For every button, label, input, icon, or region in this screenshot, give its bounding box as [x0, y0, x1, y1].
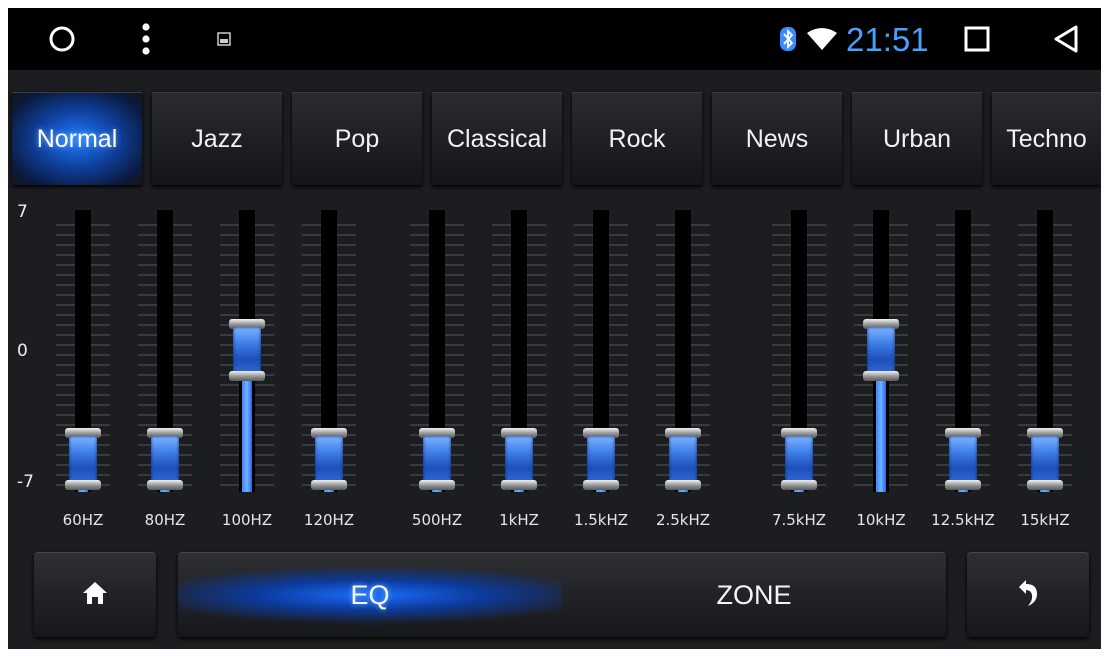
recents-square-icon[interactable] — [960, 8, 994, 70]
eq-band: 1kHZ — [474, 198, 564, 538]
preset-tabs: Normal Jazz Pop Classical Rock News Urba… — [8, 92, 1101, 188]
eq-band: 60HZ — [38, 198, 128, 538]
status-bar: 21:51 — [8, 8, 1101, 70]
slider-knob[interactable] — [147, 428, 183, 490]
bluetooth-icon — [778, 8, 798, 70]
eq-band: 100HZ — [202, 198, 292, 538]
slider-knob[interactable] — [419, 428, 455, 490]
undo-arrow-icon — [1017, 579, 1039, 612]
eq-band: 15kHZ — [1000, 198, 1090, 538]
circle-home-icon[interactable] — [44, 8, 80, 70]
eq-band: 1.5kHZ — [556, 198, 646, 538]
mode-switcher: EQ ZONE — [178, 552, 946, 637]
preset-news[interactable]: News — [712, 92, 842, 185]
slider-knob[interactable] — [229, 319, 265, 381]
eq-band: 500HZ — [392, 198, 482, 538]
back-button[interactable] — [967, 552, 1089, 637]
preset-pop[interactable]: Pop — [292, 92, 422, 185]
band-frequency-label: 15kHZ — [1020, 511, 1070, 529]
eq-band: 7.5kHZ — [754, 198, 844, 538]
home-icon — [82, 580, 108, 611]
slider-knob[interactable] — [583, 428, 619, 490]
slider-knob[interactable] — [65, 428, 101, 490]
scale-min-label: -7 — [17, 472, 34, 492]
slider-knob[interactable] — [1027, 428, 1063, 490]
clock: 21:51 — [846, 21, 929, 58]
home-button[interactable] — [34, 552, 156, 637]
slider-knob[interactable] — [501, 428, 537, 490]
scale-max-label: 7 — [17, 202, 28, 222]
more-vert-icon[interactable] — [136, 8, 156, 70]
mode-eq[interactable]: EQ — [178, 553, 562, 637]
preset-rock[interactable]: Rock — [572, 92, 702, 185]
slider-knob[interactable] — [311, 428, 347, 490]
wifi-icon — [806, 8, 838, 70]
preset-classical[interactable]: Classical — [432, 92, 562, 185]
preset-jazz[interactable]: Jazz — [152, 92, 282, 185]
image-icon — [216, 8, 232, 70]
slider-knob[interactable] — [945, 428, 981, 490]
eq-screen: 21:51 Normal Jazz Pop Classical Rock New… — [8, 8, 1101, 649]
band-frequency-label: 2.5kHZ — [655, 511, 711, 529]
slider-knob[interactable] — [781, 428, 817, 490]
slider-knob[interactable] — [863, 319, 899, 381]
eq-band: 10kHZ — [836, 198, 926, 538]
back-triangle-icon[interactable] — [1052, 8, 1080, 70]
eq-band: 2.5kHZ — [638, 198, 728, 538]
eq-band: 80HZ — [120, 198, 210, 538]
slider-knob[interactable] — [665, 428, 701, 490]
equalizer: 7 0 -7 60HZ 80HZ 100HZ 120HZ 500HZ 1kHZ … — [8, 198, 1101, 538]
eq-band: 12.5kHZ — [918, 198, 1008, 538]
scale-mid-label: 0 — [17, 341, 28, 361]
preset-techno[interactable]: Techno — [992, 92, 1101, 185]
preset-normal[interactable]: Normal — [12, 92, 142, 185]
band-frequency-label: 120HZ — [303, 511, 355, 529]
mode-zone[interactable]: ZONE — [562, 553, 946, 637]
eq-band: 120HZ — [284, 198, 374, 538]
preset-urban[interactable]: Urban — [852, 92, 982, 185]
